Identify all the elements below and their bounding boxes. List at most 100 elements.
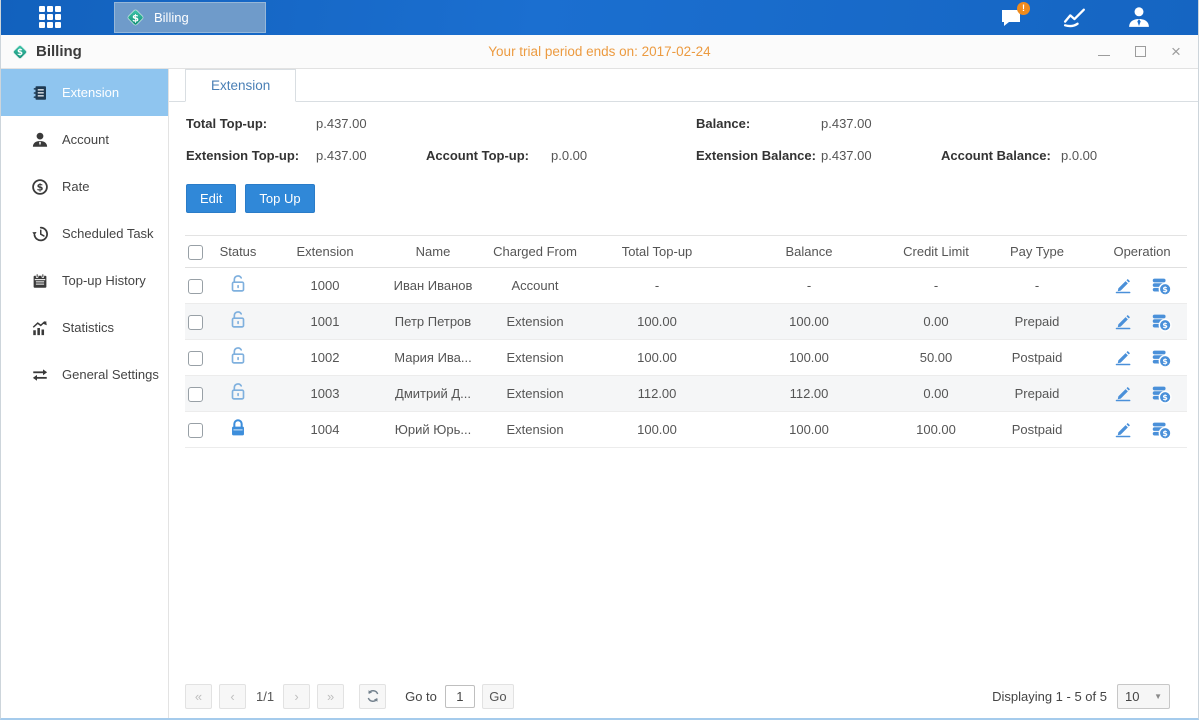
row-checkbox[interactable] <box>188 279 203 294</box>
prev-page-button[interactable]: ‹ <box>219 684 246 709</box>
close-button[interactable]: × <box>1168 44 1184 60</box>
pencil-icon <box>1113 275 1134 296</box>
app-identity: Billing <box>11 43 82 61</box>
first-page-button[interactable]: « <box>185 684 212 709</box>
sidebar-item-general-settings[interactable]: General Settings <box>1 351 168 398</box>
column-header-charged-from: Charged From <box>479 236 591 268</box>
edit-row-button[interactable] <box>1113 275 1134 296</box>
minimize-icon <box>1098 55 1110 56</box>
status-cell <box>213 268 263 304</box>
billing-app-window: Billing ! Billing Your trial period ends… <box>0 0 1199 720</box>
sidebar-item-rate[interactable]: Rate <box>1 163 168 210</box>
table-row: 1000 Иван Иванов Account - - - - <box>185 268 1187 304</box>
column-header-name: Name <box>387 236 479 268</box>
row-checkbox[interactable] <box>188 315 203 330</box>
column-header-pay-type: Pay Type <box>977 236 1097 268</box>
credit-limit-cell: - <box>895 268 977 304</box>
coins-icon <box>1150 383 1172 405</box>
maximize-button[interactable] <box>1132 44 1148 60</box>
sidebar-item-topup-history[interactable]: Top-up History <box>1 257 168 304</box>
sidebar-item-statistics[interactable]: Statistics <box>1 304 168 351</box>
table-row: 1003 Дмитрий Д... Extension 112.00 112.0… <box>185 376 1187 412</box>
balance-cell: 112.00 <box>723 376 895 412</box>
goto-label: Go to <box>405 689 437 704</box>
sidebar-item-label: Statistics <box>62 320 114 335</box>
select-all-checkbox[interactable] <box>188 245 203 260</box>
row-checkbox[interactable] <box>188 423 203 438</box>
balance-value: p.437.00 <box>821 116 941 131</box>
balance-cell: 100.00 <box>723 412 895 448</box>
last-page-button[interactable]: » <box>317 684 344 709</box>
minimize-button[interactable] <box>1096 44 1112 60</box>
edit-row-button[interactable] <box>1113 347 1134 368</box>
row-checkbox[interactable] <box>188 351 203 366</box>
statistics-chart-icon <box>31 319 49 337</box>
unlocked-icon <box>227 309 249 331</box>
top-up-row-button[interactable] <box>1150 383 1172 405</box>
column-header-operation: Operation <box>1097 236 1187 268</box>
edit-row-button[interactable] <box>1113 311 1134 332</box>
top-up-row-button[interactable] <box>1150 275 1172 297</box>
sidebar-item-label: Account <box>62 132 109 147</box>
history-clock-icon <box>31 225 49 243</box>
unlocked-icon <box>227 345 249 367</box>
account-button[interactable] <box>1124 4 1154 32</box>
notifications-button[interactable]: ! <box>996 4 1026 32</box>
coins-icon <box>1150 311 1172 333</box>
displaying-text: Displaying 1 - 5 of 5 <box>992 689 1107 704</box>
person-icon <box>31 131 49 149</box>
apps-grid-icon[interactable] <box>39 6 69 30</box>
sidebar-item-extension[interactable]: Extension <box>1 69 168 116</box>
pay-type-cell: Prepaid <box>977 376 1097 412</box>
balance-cell: 100.00 <box>723 340 895 376</box>
coins-icon <box>1150 275 1172 297</box>
extension-cell: 1004 <box>263 412 387 448</box>
account-topup-value: p.0.00 <box>551 148 696 163</box>
pagination-bar: « ‹ 1/1 › » Go to Go Displaying 1 - 5 of… <box>185 682 1170 710</box>
calendar-icon <box>31 272 49 290</box>
sidebar-item-account[interactable]: Account <box>1 116 168 163</box>
charged-from-cell: Account <box>479 268 591 304</box>
unlocked-icon <box>227 273 249 295</box>
dollar-coin-icon <box>31 178 49 196</box>
topbar-icon-group: ! <box>996 0 1154 35</box>
coins-icon <box>1150 419 1172 441</box>
extension-cell: 1001 <box>263 304 387 340</box>
page-size-select[interactable]: 10 ▼ <box>1117 684 1170 709</box>
goto-page-input[interactable] <box>445 685 475 708</box>
refresh-icon <box>365 688 381 704</box>
top-up-button[interactable]: Top Up <box>245 184 314 213</box>
monitor-button[interactable] <box>1060 4 1090 32</box>
trial-period-notice: Your trial period ends on: 2017-02-24 <box>1 44 1198 59</box>
balance-summary: Total Top-up: p.437.00 Balance: p.437.00… <box>186 116 1198 163</box>
edit-row-button[interactable] <box>1113 383 1134 404</box>
tab-extension[interactable]: Extension <box>185 69 296 102</box>
name-cell: Мария Ива... <box>387 340 479 376</box>
refresh-button[interactable] <box>359 684 386 709</box>
total-topup-label: Total Top-up: <box>186 116 316 131</box>
extension-topup-value: p.437.00 <box>316 148 426 163</box>
edit-row-button[interactable] <box>1113 419 1134 440</box>
billing-diamond-icon <box>11 43 29 61</box>
billing-taskbar-tab[interactable]: Billing <box>114 2 266 33</box>
page-indicator: 1/1 <box>256 689 274 704</box>
account-balance-label: Account Balance: <box>941 148 1061 163</box>
top-up-row-button[interactable] <box>1150 419 1172 441</box>
edit-button[interactable]: Edit <box>186 184 236 213</box>
charged-from-cell: Extension <box>479 304 591 340</box>
user-icon <box>1126 5 1152 30</box>
unlocked-icon <box>227 381 249 403</box>
sidebar-item-scheduled-task[interactable]: Scheduled Task <box>1 210 168 257</box>
close-icon: × <box>1171 43 1181 60</box>
top-up-row-button[interactable] <box>1150 347 1172 369</box>
extension-balance-label: Extension Balance: <box>696 148 821 163</box>
account-topup-label: Account Top-up: <box>426 148 551 163</box>
top-up-row-button[interactable] <box>1150 311 1172 333</box>
row-checkbox[interactable] <box>188 387 203 402</box>
next-page-button[interactable]: › <box>283 684 310 709</box>
locked-icon <box>227 417 249 439</box>
pencil-icon <box>1113 311 1134 332</box>
go-button[interactable]: Go <box>482 684 514 709</box>
pay-type-cell: - <box>977 268 1097 304</box>
extensions-table: Status Extension Name Charged From Total… <box>185 235 1187 448</box>
